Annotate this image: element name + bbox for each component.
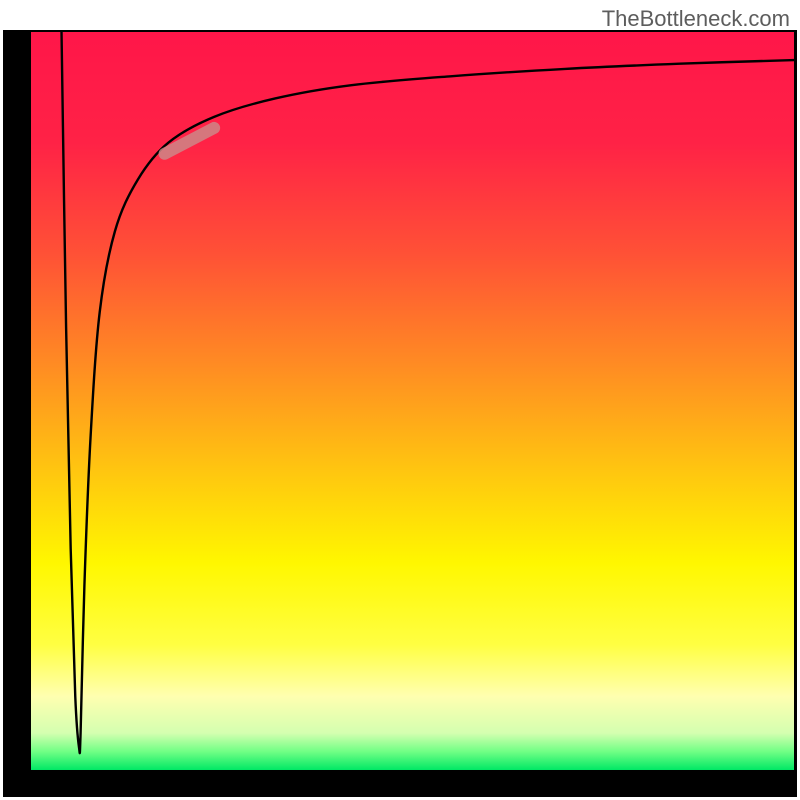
chart-svg (0, 0, 800, 800)
frame-right (794, 30, 797, 797)
plot-background (31, 32, 794, 770)
y-axis-bar (3, 32, 31, 797)
x-axis-bar (3, 770, 794, 797)
watermark-text: TheBottleneck.com (602, 6, 790, 32)
chart-container (0, 0, 800, 800)
